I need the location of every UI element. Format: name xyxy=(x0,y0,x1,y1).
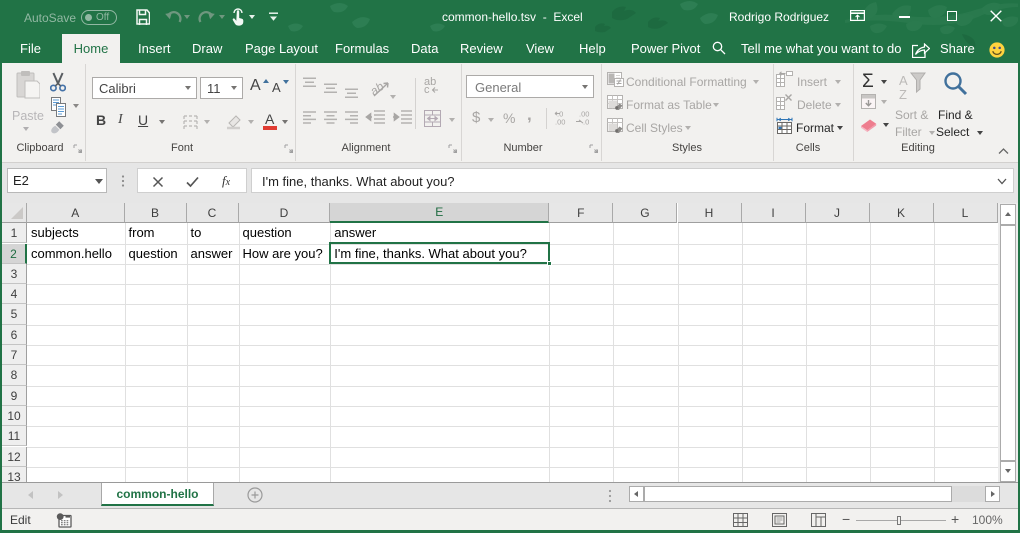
svg-text:Z: Z xyxy=(899,87,907,99)
svg-text:A: A xyxy=(899,73,908,88)
svg-text:ab: ab xyxy=(367,79,386,98)
svg-text:c: c xyxy=(424,84,430,94)
svg-text:.00: .00 xyxy=(555,118,565,126)
svg-text:.0: .0 xyxy=(583,118,589,126)
